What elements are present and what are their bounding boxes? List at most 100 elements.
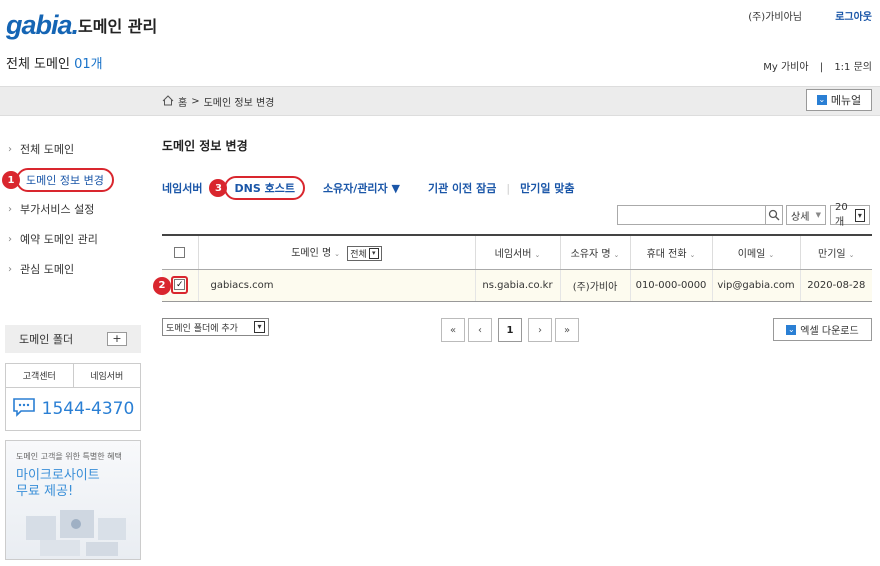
promo-subtitle: 도메인 고객을 위한 특별한 혜택 xyxy=(16,452,122,461)
search-mode-value: 상세 xyxy=(791,211,810,223)
logout-link[interactable]: 로그아웃 xyxy=(835,8,872,23)
breadcrumb-current: 도메인 정보 변경 xyxy=(203,98,275,109)
excel-download-label: 엑셀 다운로드 xyxy=(800,326,859,337)
column-mobile-label: 휴대 전화 xyxy=(646,248,687,260)
column-email[interactable]: 이메일 ⌄ xyxy=(712,234,801,270)
microsite-preview-image xyxy=(26,510,126,556)
last-page-button[interactable]: » xyxy=(555,318,579,342)
search-input[interactable] xyxy=(617,205,766,225)
tab-nameserver-settings[interactable]: 네임서버 xyxy=(162,180,202,196)
search-row: 상세 ▼ 20개 ▾ xyxy=(617,202,870,228)
table-header-row: 도메인 명 ⌄ 전체 ▾ 네임서버 ⌄ 소유자 명 ⌄ 휴대 전화 ⌄ 이메일 ⌄ 만기일… xyxy=(162,234,872,270)
chevron-down-icon: ▾ xyxy=(254,321,265,333)
my-gabia-link[interactable]: My 가비아 xyxy=(763,62,808,73)
next-page-button[interactable]: › xyxy=(528,318,552,342)
excel-download-button[interactable]: ⌄ 엑셀 다운로드 xyxy=(773,318,872,341)
chevron-down-icon: ⌄ xyxy=(848,250,855,259)
first-page-button[interactable]: « xyxy=(441,318,465,342)
support-phone-number: 1544-4370 xyxy=(41,399,135,419)
manual-button[interactable]: ⌄ 메뉴얼 xyxy=(806,89,872,111)
tab-transfer-lock[interactable]: 기관 이전 잠금 xyxy=(428,180,496,196)
domain-folder-label: 도메인 폴더 xyxy=(19,333,74,346)
breadcrumb-home[interactable]: 홈 xyxy=(178,94,187,109)
user-name: (주)가비아님 xyxy=(748,12,802,23)
sidebar-item-label: 부가서비스 설정 xyxy=(20,203,95,216)
total-domain-summary: 전체 도메인 01개 xyxy=(6,53,103,72)
cell-owner: (주)가비아 xyxy=(560,269,631,302)
sidebar-item-all-domains[interactable]: › 전체 도메인 xyxy=(8,141,74,157)
breadcrumb-bar xyxy=(0,86,880,116)
home-icon[interactable] xyxy=(162,94,174,109)
chat-bubble-icon xyxy=(12,397,36,422)
microsite-promo-banner[interactable]: 도메인 고객을 위한 특별한 혜택 마이크로사이트 무료 제공! xyxy=(5,440,141,560)
row-checkbox[interactable]: ✓ xyxy=(174,279,186,291)
add-to-folder-select[interactable]: 도메인 폴더에 추가 ▾ xyxy=(162,318,269,336)
manual-button-label: 메뉴얼 xyxy=(830,94,862,107)
tab-customer-center[interactable]: 고객센터 xyxy=(6,364,74,387)
breadcrumb: 홈 > 도메인 정보 변경 xyxy=(162,94,274,109)
cell-expiry: 2020-08-28 xyxy=(800,269,872,302)
column-mobile[interactable]: 휴대 전화 ⌄ xyxy=(630,234,713,270)
chevron-down-icon: ▾ xyxy=(368,247,379,259)
annotation-badge-2: 2 xyxy=(153,276,171,295)
gabia-logo[interactable]: gabia. xyxy=(6,10,79,41)
search-mode-select[interactable]: 상세 ▼ xyxy=(786,205,826,225)
chevron-down-icon: ⌄ xyxy=(534,250,541,259)
sidebar-item-change-info[interactable]: 1 도메인 정보 변경 xyxy=(2,168,114,192)
page-size-select[interactable]: 20개 ▾ xyxy=(830,202,870,228)
chevron-right-icon: › xyxy=(8,263,12,275)
top-links: My 가비아 | 1:1 문의 xyxy=(763,58,872,73)
chevron-down-icon: ▾ xyxy=(854,208,865,222)
info-tabs: 네임서버 3 DNS 호스트 소유자/관리자 ▼ 기관 이전 잠금 | 만기일 … xyxy=(162,176,575,200)
domain-table: 도메인 명 ⌄ 전체 ▾ 네임서버 ⌄ 소유자 명 ⌄ 휴대 전화 ⌄ 이메일 ⌄ 만기일… xyxy=(153,234,872,302)
row-checkbox-highlight: ✓ xyxy=(171,276,189,294)
search-icon[interactable] xyxy=(765,205,783,225)
sidebar-item-label: 예약 도메인 관리 xyxy=(20,233,98,246)
tab-owner-admin[interactable]: 소유자/관리자 ▼ xyxy=(323,180,400,196)
column-nameserver-label: 네임서버 xyxy=(494,248,532,260)
tab-separator: | xyxy=(506,181,511,195)
prev-page-button[interactable]: ‹ xyxy=(468,318,492,342)
sidebar-item-reserved-domains[interactable]: › 예약 도메인 관리 xyxy=(8,231,98,247)
cell-domain[interactable]: gabiacs.com xyxy=(198,269,476,302)
tab-dns-host[interactable]: DNS 호스트 xyxy=(224,176,305,200)
header-checkbox-cell xyxy=(162,234,199,270)
column-owner[interactable]: 소유자 명 ⌄ xyxy=(560,234,631,270)
chevron-down-icon: ⌄ xyxy=(768,250,775,259)
domain-filter-select[interactable]: 전체 ▾ xyxy=(347,245,382,261)
sidebar-item-label: 관심 도메인 xyxy=(20,263,75,276)
sidebar-item-label: 도메인 정보 변경 xyxy=(16,168,114,192)
column-domain[interactable]: 도메인 명 ⌄ 전체 ▾ xyxy=(198,234,476,270)
domain-filter-value: 전체 xyxy=(350,249,367,260)
select-all-checkbox[interactable] xyxy=(174,246,186,258)
column-domain-label: 도메인 명 xyxy=(291,248,332,259)
promo-title-line-2: 무료 제공! xyxy=(16,484,74,499)
column-owner-label: 소유자 명 xyxy=(570,248,611,260)
chevron-down-icon: ▼ xyxy=(815,211,821,219)
row-checkbox-cell: 2 ✓ xyxy=(153,269,199,302)
domain-folder-panel: 도메인 폴더 + xyxy=(5,325,141,353)
page-1-button[interactable]: 1 xyxy=(498,318,522,342)
total-domain-count[interactable]: 01개 xyxy=(74,57,103,72)
column-expiry[interactable]: 만기일 ⌄ xyxy=(800,234,872,270)
link-separator: | xyxy=(819,62,824,73)
download-icon: ⌄ xyxy=(786,324,797,335)
tab-expiry-align[interactable]: 만기일 맞춤 xyxy=(520,180,574,196)
cell-nameserver: ns.gabia.co.kr xyxy=(475,269,561,302)
promo-title-line-1: 마이크로사이트 xyxy=(16,468,100,483)
add-folder-button[interactable]: + xyxy=(107,332,127,346)
add-to-folder-value: 도메인 폴더에 추가 xyxy=(166,323,238,334)
chevron-right-icon: › xyxy=(8,143,12,155)
tab-nameserver[interactable]: 네임서버 xyxy=(74,364,141,387)
table-row[interactable]: 2 ✓ gabiacs.com ns.gabia.co.kr (주)가비아 01… xyxy=(153,269,872,302)
inquiry-link[interactable]: 1:1 문의 xyxy=(834,62,872,73)
pagination: « ‹ 1 › » xyxy=(441,318,579,342)
column-nameserver[interactable]: 네임서버 ⌄ xyxy=(475,234,561,270)
sidebar-item-addon-settings[interactable]: › 부가서비스 설정 xyxy=(8,201,94,217)
app-title: 도메인 관리 xyxy=(78,17,158,36)
chevron-down-icon: ⌄ xyxy=(613,250,620,259)
sidebar-item-watch-domains[interactable]: › 관심 도메인 xyxy=(8,261,74,277)
page-size-value: 20개 xyxy=(835,202,848,228)
breadcrumb-arrow: > xyxy=(191,96,200,107)
total-domain-label: 전체 도메인 xyxy=(6,57,70,72)
